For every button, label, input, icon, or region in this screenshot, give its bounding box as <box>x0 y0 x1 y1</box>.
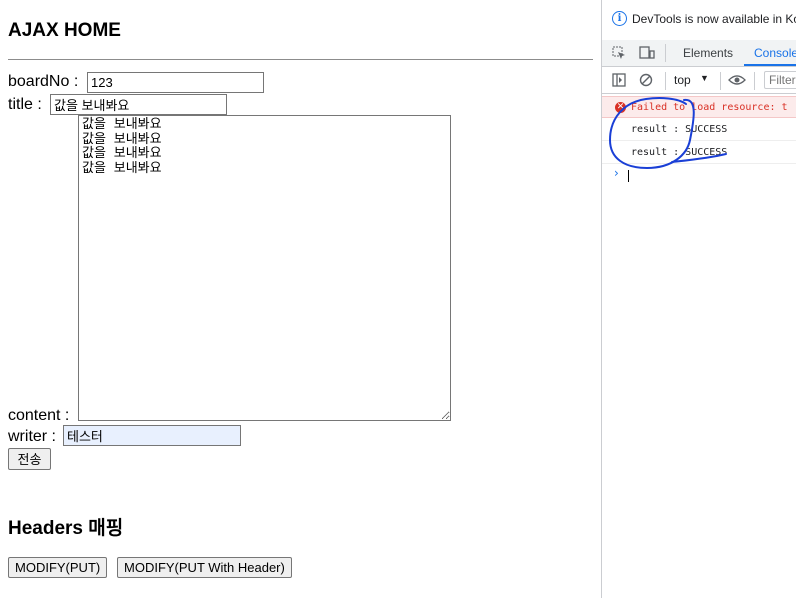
tab-console[interactable]: Console <box>754 46 796 60</box>
horizontal-rule <box>8 59 593 60</box>
content-label: content : <box>8 407 74 424</box>
live-expression-eye-icon[interactable] <box>728 73 746 87</box>
page-title: AJAX HOME <box>8 20 121 41</box>
content-textarea[interactable] <box>78 115 451 421</box>
console-error-text: Failed to load resource: t <box>631 102 788 113</box>
writer-label: writer : <box>8 428 61 445</box>
tab-elements[interactable]: Elements <box>683 46 733 60</box>
console-log-row: result : SUCCESS <box>602 118 796 141</box>
active-tab-indicator <box>744 64 796 66</box>
toolbar-separator-3 <box>754 72 755 90</box>
boardno-input[interactable] <box>87 72 264 93</box>
boardno-label: boardNo : <box>8 73 83 90</box>
info-icon: i <box>612 11 627 26</box>
console-log-text: result : SUCCESS <box>631 147 728 158</box>
devtools-tabbar: Elements Console <box>602 40 796 67</box>
dropdown-arrow-icon[interactable]: ▼ <box>700 73 709 83</box>
console-log-row: result : SUCCESS <box>602 141 796 164</box>
console-input-cursor[interactable] <box>628 170 629 182</box>
console-toolbar: top ▼ <box>602 68 796 94</box>
title-input[interactable] <box>50 94 227 115</box>
submit-button[interactable]: 전송 <box>8 448 51 470</box>
toolbar-separator-2 <box>720 72 721 90</box>
clear-console-icon[interactable] <box>639 73 653 87</box>
headers-section-title: Headers 매핑 <box>8 518 124 539</box>
console-error-row: ✕ Failed to load resource: t <box>602 96 796 118</box>
tab-separator <box>665 44 666 62</box>
sidebar-toggle-icon[interactable] <box>612 73 626 87</box>
modify-put-header-button[interactable]: MODIFY(PUT With Header) <box>117 557 292 578</box>
toolbar-separator <box>665 72 666 90</box>
device-toolbar-icon[interactable] <box>639 46 655 60</box>
title-label: title : <box>8 96 47 113</box>
infobar-text: DevTools is now available in Ko <box>632 12 796 26</box>
page-content: AJAX HOME boardNo : title : content : wr… <box>0 0 601 598</box>
console-log-text: result : SUCCESS <box>631 124 728 135</box>
modify-put-button[interactable]: MODIFY(PUT) <box>8 557 108 578</box>
context-selector[interactable]: top <box>674 73 691 87</box>
error-icon: ✕ <box>615 102 626 113</box>
devtools-panel: i DevTools is now available in Ko Elemen… <box>601 0 796 598</box>
console-prompt-chevron-icon: › <box>614 166 619 180</box>
inspect-element-icon[interactable] <box>612 46 626 60</box>
console-filter-input[interactable] <box>764 71 796 89</box>
writer-input[interactable] <box>63 425 241 446</box>
devtools-infobar: i DevTools is now available in Ko <box>602 0 796 38</box>
